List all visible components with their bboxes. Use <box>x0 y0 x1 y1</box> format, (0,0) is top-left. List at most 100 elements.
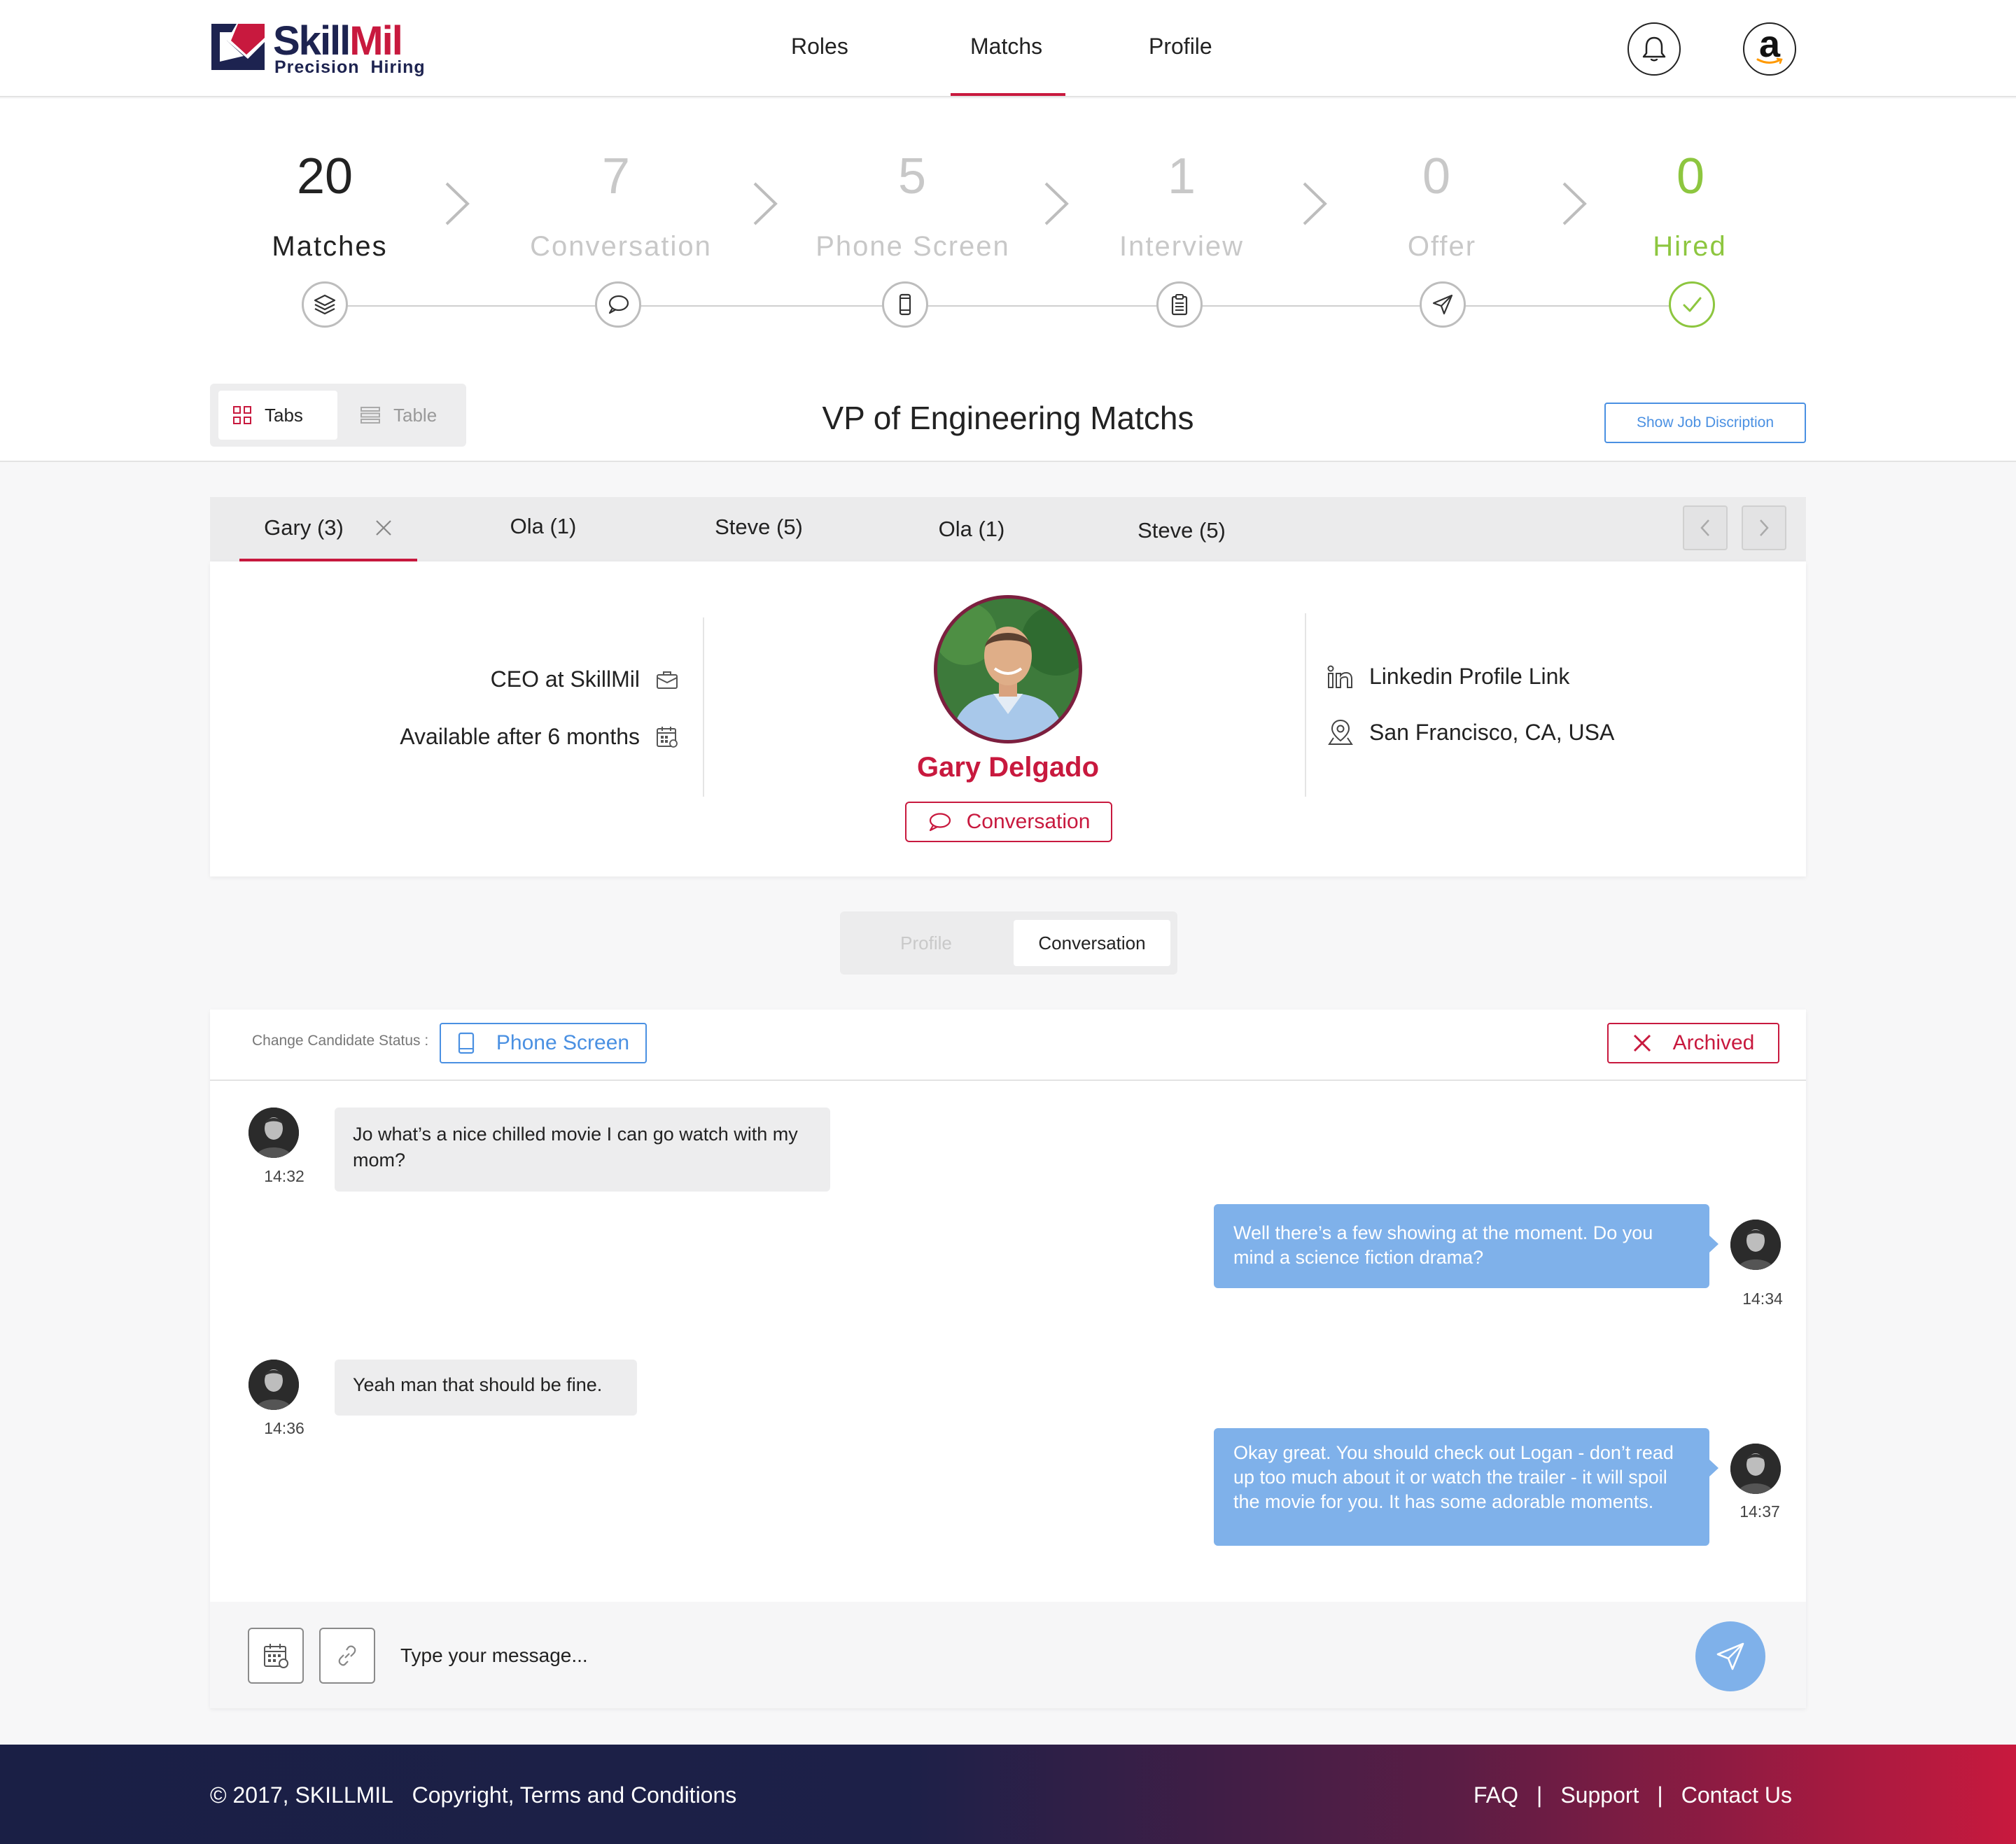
attach-link-button[interactable] <box>319 1628 375 1684</box>
schedule-button[interactable] <box>248 1628 304 1684</box>
outgoing-bubble-tail <box>1709 1235 1718 1253</box>
stage-label-matches[interactable]: Matches <box>232 231 428 263</box>
recruiter-avatar <box>248 1108 299 1158</box>
candidate-tab-bar: Gary (3) Ola (1) Steve (5) Ola (1) Steve… <box>210 497 1806 561</box>
footer-copyright: © 2017, SKILLMIL Copyright, Terms and Co… <box>210 1782 736 1808</box>
stage-label-conversation[interactable]: Conversation <box>523 231 719 263</box>
calendar-icon <box>657 726 678 748</box>
stage-offer-button[interactable] <box>1420 281 1466 328</box>
stage-matches-button[interactable] <box>302 281 348 328</box>
nav-roles[interactable]: Roles <box>791 34 848 60</box>
support-link[interactable]: Support <box>1560 1782 1639 1808</box>
previous-tabs-button[interactable] <box>1683 505 1728 550</box>
archived-label: Archived <box>1672 1031 1755 1054</box>
incoming-message: Yeah man that should be fine. <box>335 1360 637 1416</box>
stage-count-matches: 20 <box>296 148 354 204</box>
paper-plane-icon <box>1432 294 1453 315</box>
link-separator: | <box>1657 1782 1663 1808</box>
linkedin-row[interactable]: Linkedin Profile Link <box>1327 664 1569 690</box>
candidate-tab-steve-2[interactable]: Steve (5) <box>1112 497 1252 564</box>
linkedin-profile-link[interactable]: Linkedin Profile Link <box>1369 664 1569 690</box>
notifications-button[interactable] <box>1628 22 1681 76</box>
candidate-status-dropdown[interactable]: Phone Screen <box>440 1023 647 1063</box>
candidate-name: Gary Delgado <box>916 752 1100 783</box>
stage-count-interview: 1 <box>1167 148 1196 204</box>
incoming-message: Jo what’s a nice chilled movie I can go … <box>335 1108 830 1192</box>
nav-matchs[interactable]: Matchs <box>970 34 1042 60</box>
close-icon <box>1633 1034 1651 1052</box>
outgoing-message: Okay great. You should check out Logan -… <box>1214 1428 1709 1546</box>
message-input[interactable] <box>400 1631 1660 1680</box>
candidate-tab-ola-2[interactable]: Ola (1) <box>902 497 1042 561</box>
tablet-icon <box>458 1032 475 1054</box>
candidate-status-conversation-button[interactable]: Conversation <box>905 802 1112 842</box>
send-icon <box>1716 1642 1744 1670</box>
candidate-chat-avatar <box>1730 1220 1781 1270</box>
stage-label-interview[interactable]: Interview <box>1084 231 1280 263</box>
chevron-right-icon <box>1760 519 1769 536</box>
logo-tagline: Precision Hiring <box>274 57 426 77</box>
briefcase-icon <box>657 671 678 689</box>
message-time: 14:34 <box>1742 1290 1783 1308</box>
skillmil-logo-mark <box>211 24 265 70</box>
candidate-tab-steve[interactable]: Steve (5) <box>689 497 829 557</box>
candidate-photo <box>934 595 1082 743</box>
stage-count-hired: 0 <box>1676 148 1705 204</box>
close-icon[interactable] <box>374 519 393 537</box>
stage-label-offer[interactable]: Offer <box>1344 231 1540 263</box>
stage-label-phone-screen[interactable]: Phone Screen <box>815 231 1011 263</box>
recruiter-avatar <box>248 1360 299 1410</box>
check-icon <box>1683 297 1702 312</box>
contact-us-link[interactable]: Contact Us <box>1681 1782 1792 1808</box>
stage-hired-button[interactable] <box>1669 281 1715 328</box>
message-time: 14:36 <box>264 1419 304 1437</box>
stage-interview-button[interactable] <box>1156 281 1203 328</box>
chevron-right-icon <box>1044 182 1069 225</box>
nav-active-indicator <box>951 93 1065 96</box>
candidate-status-value: Phone Screen <box>496 1031 630 1054</box>
show-job-description-button[interactable]: Show Job Discription <box>1604 403 1806 443</box>
change-status-label: Change Candidate Status : <box>252 1033 429 1049</box>
phone-icon <box>899 293 911 316</box>
terms-link[interactable]: Copyright, Terms and Conditions <box>412 1782 737 1808</box>
status-divider <box>210 1080 1806 1081</box>
stage-count-phone-screen: 5 <box>897 148 927 204</box>
chevron-right-icon <box>1303 182 1327 225</box>
layers-icon <box>314 294 336 315</box>
link-icon <box>338 1645 356 1666</box>
outgoing-message: Well there’s a few showing at the moment… <box>1214 1204 1709 1288</box>
pipeline-connector-line <box>329 305 1694 307</box>
profile-segment-tab[interactable]: Profile <box>840 911 1012 975</box>
location-row: San Francisco, CA, USA <box>1327 718 1614 746</box>
conversation-segment-tab[interactable]: Conversation <box>1014 920 1170 966</box>
send-message-button[interactable] <box>1695 1621 1765 1691</box>
chevron-left-icon <box>1700 519 1709 536</box>
faq-link[interactable]: FAQ <box>1474 1782 1518 1808</box>
nav-profile[interactable]: Profile <box>1149 34 1212 60</box>
candidate-availability: Available after 6 months <box>400 724 640 749</box>
candidate-tab-ola[interactable]: Ola (1) <box>473 497 613 556</box>
candidate-status-label: Conversation <box>966 810 1091 833</box>
stage-conversation-button[interactable] <box>595 281 641 328</box>
account-avatar-button[interactable]: a <box>1743 22 1796 76</box>
footer-links: FAQ | Support | Contact Us <box>1474 1782 1792 1808</box>
candidate-tab-gary[interactable]: Gary (3) <box>239 497 417 561</box>
stage-phone-screen-button[interactable] <box>882 281 928 328</box>
message-time: 14:32 <box>264 1167 304 1185</box>
skillmil-logo[interactable]: SkillMil Precision Hiring <box>210 18 425 81</box>
candidate-tab-label: Gary (3) <box>264 515 344 540</box>
candidate-location: San Francisco, CA, USA <box>1369 719 1615 745</box>
link-separator: | <box>1536 1782 1543 1808</box>
archive-candidate-button[interactable]: Archived <box>1607 1023 1779 1063</box>
profile-conversation-switch: Profile Conversation <box>840 911 1177 975</box>
bell-icon <box>1642 36 1666 62</box>
chevron-right-icon <box>445 182 470 225</box>
outgoing-bubble-tail <box>1709 1459 1718 1477</box>
message-time: 14:37 <box>1740 1502 1780 1521</box>
clipboard-icon <box>1171 294 1188 316</box>
stage-label-hired[interactable]: Hired <box>1592 231 1788 263</box>
chat-bubble-icon <box>929 813 951 832</box>
candidate-chat-avatar <box>1730 1444 1781 1494</box>
next-tabs-button[interactable] <box>1742 505 1786 550</box>
chevron-right-icon <box>753 182 778 225</box>
